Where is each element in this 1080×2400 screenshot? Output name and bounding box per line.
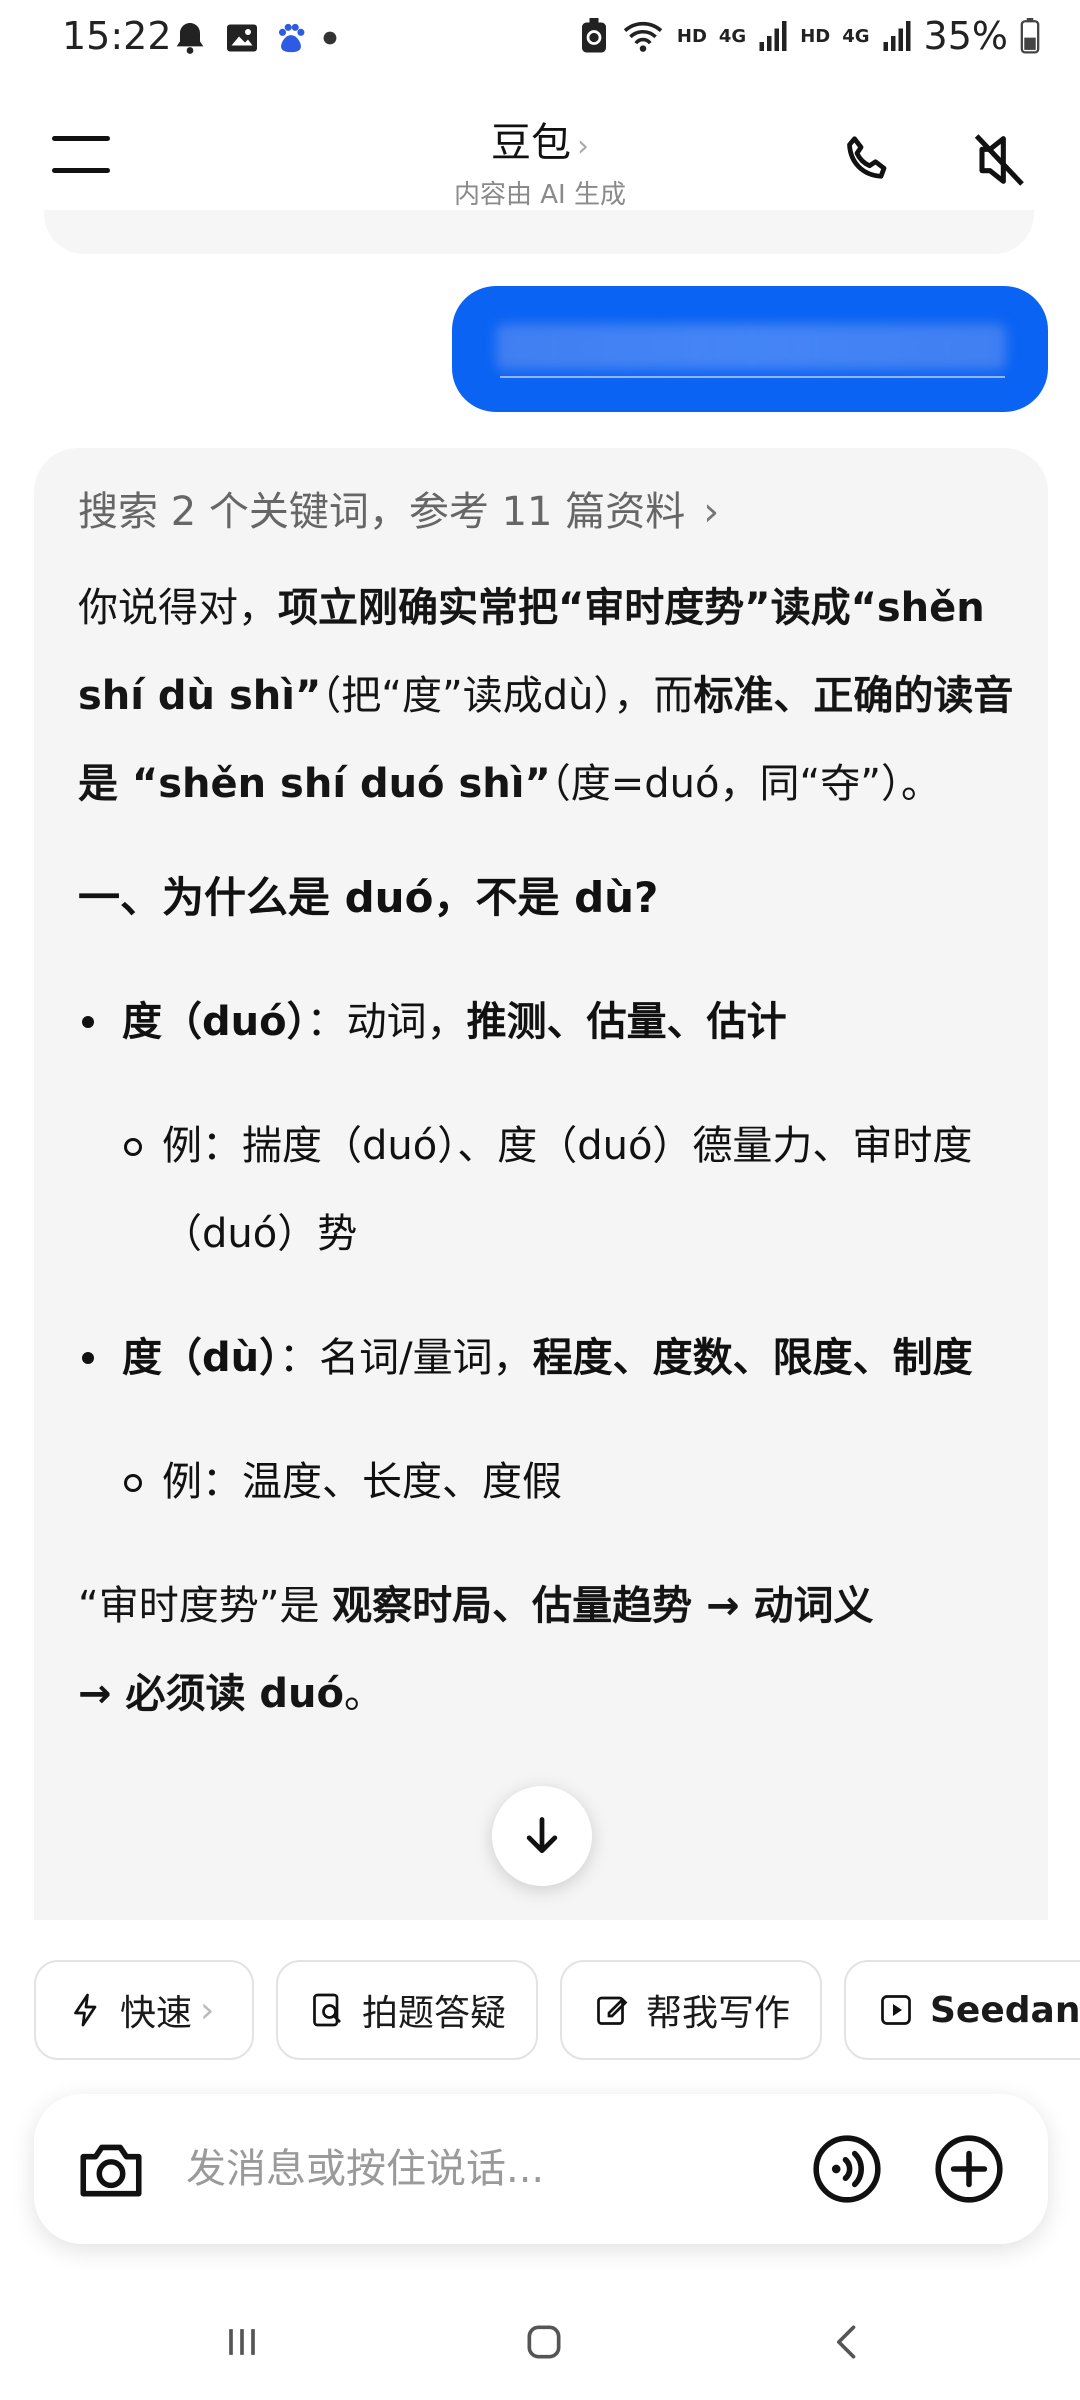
intro-text-a: 你说得对， bbox=[78, 585, 278, 631]
chip-label: 帮我写作 bbox=[646, 1993, 791, 2034]
back-button[interactable] bbox=[826, 2320, 870, 2368]
search-summary-text: 搜索 2 个关键词，参考 11 篇资料 bbox=[78, 489, 686, 535]
back-chevron-icon bbox=[837, 2325, 856, 2359]
bullet-duo: 度（duó）：动词，推测、估量、估计 bbox=[78, 978, 1018, 1066]
blurred-underline bbox=[500, 376, 1005, 378]
chip-seedance[interactable]: Seedan bbox=[844, 1960, 1080, 2060]
bullet-head: 度（dù） bbox=[122, 1335, 280, 1381]
bullet-du: 度（dù）：名词/量词，程度、度数、限度、制度 bbox=[78, 1314, 1018, 1402]
chip-label: 快速 bbox=[120, 1993, 193, 2034]
answer-conclusion: “审时度势”是 观察时局、估量趋势 → 动词义 → 必须读 duó。 bbox=[78, 1562, 1018, 1738]
battery-icon bbox=[1020, 18, 1040, 54]
bullet-head: 度（duó） bbox=[122, 999, 307, 1045]
chevron-right-icon: › bbox=[703, 489, 720, 535]
message-input[interactable] bbox=[186, 2138, 666, 2200]
answer-intro: 你说得对，项立刚确实常把“审时度势”读成“shěn shí dù shì”（把“… bbox=[78, 564, 1018, 828]
4g-label-2: 4G bbox=[842, 25, 870, 47]
section-title: 一、为什么是 duó，不是 dù? bbox=[78, 873, 659, 922]
home-icon bbox=[527, 2325, 561, 2359]
plus-circle-icon bbox=[935, 2135, 1003, 2203]
recent-apps-icon bbox=[229, 2329, 255, 2355]
ai-disclaimer: 内容由 AI 生成 bbox=[454, 180, 626, 210]
recycle-battery-saver-icon bbox=[581, 18, 606, 53]
user-message-bubble[interactable] bbox=[452, 286, 1048, 412]
conclusion-a: “审时度势”是 bbox=[78, 1583, 333, 1629]
chip-photo-question[interactable]: 拍题答疑 bbox=[276, 1960, 538, 2060]
play-icon bbox=[878, 1992, 914, 2028]
chip-writing[interactable]: 帮我写作 bbox=[560, 1960, 822, 2060]
battery-percent: 35% bbox=[923, 14, 1008, 58]
alarm-bell-icon bbox=[176, 23, 204, 54]
hd-label-1: HD bbox=[676, 25, 707, 47]
blurred-message-text bbox=[496, 324, 1006, 370]
more-dot-icon bbox=[323, 31, 337, 45]
4g-label-1: 4G bbox=[718, 25, 747, 47]
chevron-right-icon: › bbox=[200, 1989, 215, 2031]
signal-icon bbox=[759, 21, 787, 51]
baidu-icon bbox=[278, 23, 305, 53]
bullet-colon: ：名词/量词， bbox=[279, 1335, 533, 1381]
status-bar: 15:22 HD 4G HD 4G 35% bbox=[0, 0, 1080, 76]
hd-label-2: HD bbox=[800, 25, 831, 47]
header-title-area[interactable]: 豆包 › 内容由 AI 生成 bbox=[0, 110, 1080, 211]
chevron-right-icon: › bbox=[577, 129, 589, 164]
bullet-colon: ：动词， bbox=[306, 999, 467, 1045]
status-time: 15:22 bbox=[62, 14, 172, 58]
voice-wave-icon bbox=[813, 2135, 881, 2203]
chip-label: 拍题答疑 bbox=[362, 1993, 507, 2034]
example-duo: 例：揣度（duó）、度（duó）德量力、审时度（duó）势 bbox=[78, 1102, 1018, 1278]
phone-icon bbox=[847, 136, 887, 179]
previous-message-tail bbox=[44, 210, 1034, 254]
voice-button[interactable] bbox=[810, 2132, 884, 2206]
add-button[interactable] bbox=[932, 2132, 1006, 2206]
ai-answer-card: 搜索 2 个关键词，参考 11 篇资料 › 你说得对，项立刚确实常把“审时度势”… bbox=[34, 448, 1048, 1920]
chip-label: Seedan bbox=[930, 1989, 1080, 2031]
conclusion-c: → 必须读 duó bbox=[78, 1671, 344, 1717]
lightning-icon bbox=[68, 1992, 104, 2028]
bullet-meaning: 程度、度数、限度、制度 bbox=[532, 1335, 973, 1381]
bullet-meaning: 推测、估量、估计 bbox=[466, 999, 787, 1045]
recent-apps-button[interactable] bbox=[220, 2320, 264, 2368]
wifi-icon bbox=[623, 21, 663, 52]
edit-icon bbox=[594, 1992, 630, 2028]
gallery-icon bbox=[227, 24, 257, 52]
speaker-muted-icon bbox=[974, 134, 1024, 186]
camera-button[interactable] bbox=[74, 2132, 148, 2206]
camera-icon bbox=[80, 2144, 142, 2197]
intro-text-e: （度=duó，同“夺”）。 bbox=[550, 761, 941, 807]
conclusion-b: 观察时局、估量趋势 → 动词义 bbox=[332, 1583, 874, 1629]
arrow-down-icon bbox=[526, 1817, 558, 1854]
quick-action-chips: 快速 › 拍题答疑 帮我写作 Seedan bbox=[34, 1960, 1080, 2060]
bot-name: 豆包 bbox=[491, 120, 571, 166]
call-button[interactable] bbox=[838, 130, 898, 190]
chat-header: 豆包 › 内容由 AI 生成 bbox=[0, 90, 1080, 220]
photo-question-icon bbox=[310, 1992, 346, 2028]
intro-text-c: （把“度”读成dù），而 bbox=[321, 673, 694, 719]
signal-icon-2 bbox=[883, 21, 911, 51]
example-du: 例：温度、长度、度假 bbox=[78, 1438, 1018, 1526]
system-nav-bar bbox=[0, 2300, 1080, 2400]
home-button[interactable] bbox=[522, 2320, 566, 2368]
conclusion-d: 。 bbox=[343, 1671, 384, 1717]
search-references-link[interactable]: 搜索 2 个关键词，参考 11 篇资料 › bbox=[78, 478, 1018, 546]
status-notification-icons bbox=[170, 18, 338, 58]
scroll-to-bottom-button[interactable] bbox=[492, 1786, 592, 1886]
speaker-mute-button[interactable] bbox=[966, 128, 1030, 192]
chip-fast[interactable]: 快速 › bbox=[34, 1960, 254, 2060]
status-system-icons: HD 4G HD 4G 35% bbox=[579, 14, 1040, 58]
message-input-bar bbox=[34, 2094, 1048, 2244]
